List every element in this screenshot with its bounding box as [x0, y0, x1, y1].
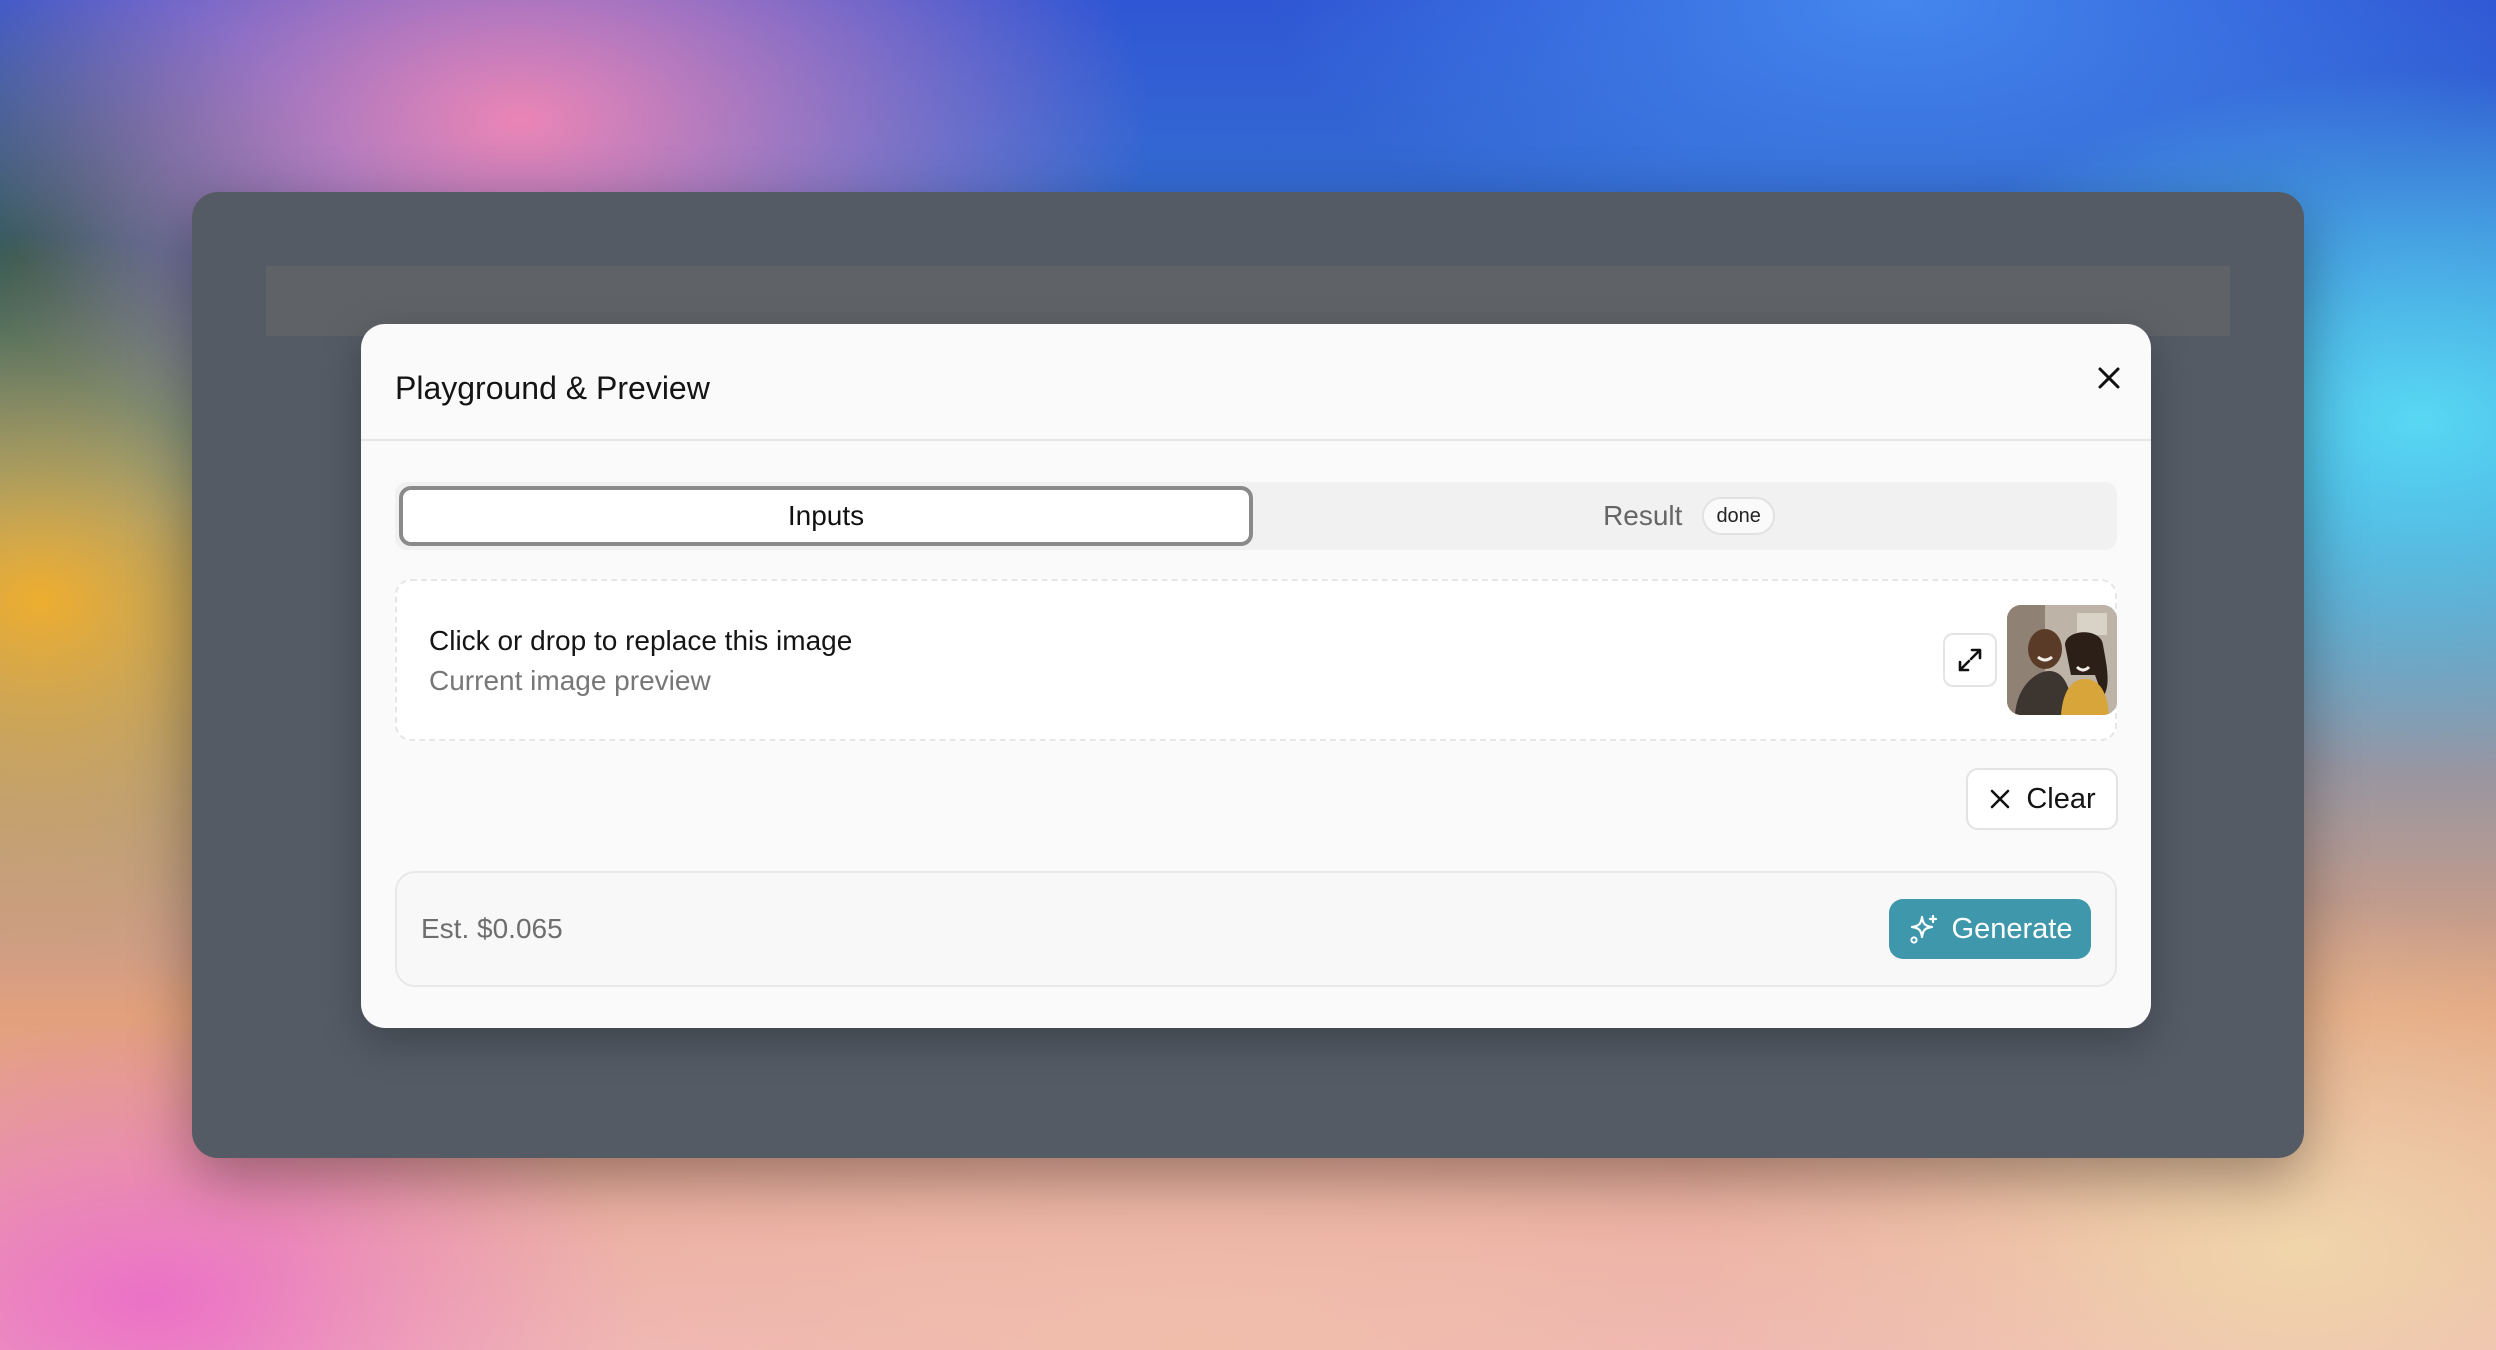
photo-thumbnail-icon — [2007, 605, 2117, 715]
clear-label: Clear — [2026, 782, 2096, 815]
sparkles-icon — [1909, 914, 1937, 944]
generate-label: Generate — [1951, 912, 2073, 945]
generate-footer: Est. $0.065 Generate — [395, 871, 2117, 987]
expand-preview-button[interactable] — [1943, 633, 1997, 687]
status-badge: done — [1702, 497, 1775, 535]
image-thumbnail[interactable] — [2007, 605, 2117, 715]
tab-result-label: Result — [1603, 500, 1683, 531]
playground-dialog: Playground & Preview Inputs Result done … — [361, 324, 2151, 1028]
dropzone-title: Click or drop to replace this image — [429, 625, 853, 656]
close-icon — [2098, 367, 2120, 389]
tab-inputs[interactable]: Inputs — [399, 486, 1253, 546]
dialog-header: Playground & Preview — [361, 324, 2151, 441]
generate-button[interactable]: Generate — [1889, 899, 2091, 959]
close-button[interactable] — [2083, 352, 2135, 404]
cost-estimate: Est. $0.065 — [421, 913, 563, 944]
expand-icon — [1958, 648, 1982, 672]
x-icon — [1991, 789, 2010, 809]
dropzone-subtitle: Current image preview — [429, 665, 711, 696]
image-dropzone[interactable]: Click or drop to replace this image Curr… — [395, 579, 2117, 741]
dialog-title: Playground & Preview — [395, 370, 710, 406]
tab-inputs-label: Inputs — [787, 500, 865, 531]
tab-list: Inputs Result done — [395, 482, 2117, 550]
tab-result[interactable]: Result done — [1265, 486, 2113, 546]
clear-button[interactable]: Clear — [1966, 768, 2118, 830]
